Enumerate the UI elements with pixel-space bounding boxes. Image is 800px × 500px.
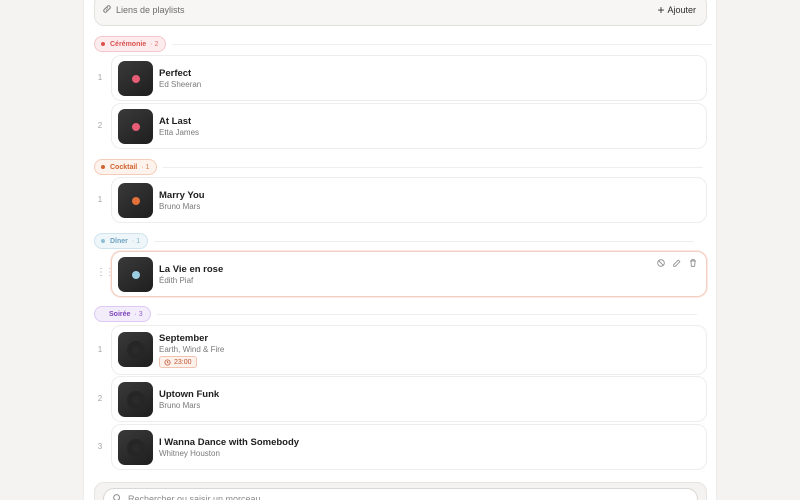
track-card[interactable]: Perfect Ed Sheeran bbox=[111, 55, 707, 101]
section-divider bbox=[156, 313, 697, 315]
section-header-diner: Dîner · 1 bbox=[94, 233, 695, 249]
section-count: · 1 bbox=[131, 237, 141, 245]
vinyl-dot-icon bbox=[131, 74, 140, 83]
track-index: 1 bbox=[97, 73, 103, 82]
link-icon bbox=[102, 1, 112, 19]
track-artist: Earth, Wind & Fire bbox=[159, 345, 225, 354]
track-artwork bbox=[118, 382, 153, 417]
section-header-ceremonie: Cérémonie · 2 bbox=[94, 36, 713, 52]
track-artwork bbox=[118, 61, 153, 96]
track-artwork bbox=[118, 257, 153, 292]
time-chip[interactable]: 23:00 bbox=[159, 356, 197, 368]
track-title: Perfect bbox=[159, 68, 192, 79]
search-bar bbox=[94, 482, 707, 500]
time-value: 23:00 bbox=[174, 358, 192, 366]
track-title: September bbox=[159, 333, 209, 344]
vinyl-dot-icon bbox=[131, 196, 140, 205]
track-index: 2 bbox=[97, 121, 103, 130]
track-row[interactable]: 1 September Earth, Wind & Fire 23:00 bbox=[94, 325, 707, 375]
track-artist: Bruno Mars bbox=[159, 202, 201, 211]
track-artwork bbox=[118, 332, 153, 367]
track-title: La Vie en rose bbox=[159, 264, 224, 275]
section-divider bbox=[172, 43, 713, 45]
track-card[interactable]: Uptown Funk Bruno Mars bbox=[111, 376, 707, 422]
search-input[interactable] bbox=[128, 494, 648, 500]
track-title: At Last bbox=[159, 116, 192, 127]
track-index: 3 bbox=[97, 442, 103, 451]
vinyl-icon bbox=[131, 345, 140, 354]
track-artist: Ed Sheeran bbox=[159, 80, 202, 89]
section-name: Soirée bbox=[109, 310, 131, 318]
vinyl-icon bbox=[131, 395, 140, 404]
section-name: Dîner bbox=[110, 237, 128, 245]
section-badge[interactable]: Cocktail · 1 bbox=[94, 159, 158, 175]
track-index: 1 bbox=[97, 345, 103, 354]
section-header-soiree: Soirée · 3 bbox=[94, 306, 697, 322]
section-dot bbox=[101, 165, 105, 169]
section-divider bbox=[154, 240, 695, 242]
track-title: Uptown Funk bbox=[159, 389, 220, 400]
track-card[interactable]: At Last Etta James bbox=[111, 103, 707, 149]
section-header-cocktail: Cocktail · 1 bbox=[94, 159, 704, 175]
section-badge[interactable]: Soirée · 3 bbox=[94, 306, 151, 322]
playlist-links-bar[interactable]: Liens de playlists + Ajouter bbox=[94, 0, 707, 26]
edit-icon[interactable] bbox=[672, 258, 682, 268]
section-divider bbox=[163, 166, 704, 168]
section-count: · 1 bbox=[141, 163, 150, 171]
track-artwork bbox=[118, 183, 153, 218]
track-card[interactable]: September Earth, Wind & Fire 23:00 bbox=[111, 325, 707, 375]
track-row[interactable]: 2 At Last Etta James bbox=[94, 103, 707, 149]
section-badge[interactable]: Dîner · 1 bbox=[94, 233, 149, 249]
track-index: 2 bbox=[97, 394, 103, 403]
add-link-label: Ajouter bbox=[667, 5, 696, 15]
search-field[interactable] bbox=[103, 488, 698, 500]
track-artwork bbox=[118, 430, 153, 465]
track-artist: Etta James bbox=[159, 128, 200, 137]
add-link-button[interactable]: + Ajouter bbox=[657, 4, 696, 16]
track-row[interactable]: 3 I Wanna Dance with Somebody Whitney Ho… bbox=[94, 424, 707, 470]
playlist-links-label: Liens de playlists bbox=[116, 5, 185, 15]
vinyl-icon bbox=[131, 443, 140, 452]
section-name: Cocktail bbox=[110, 163, 138, 171]
track-artwork bbox=[118, 109, 153, 144]
section-dot bbox=[101, 42, 105, 46]
track-row-dragging[interactable]: ⋮⋮ La Vie en rose Édith Piaf bbox=[94, 251, 707, 297]
track-artist: Édith Piaf bbox=[159, 276, 194, 285]
vinyl-dot-icon bbox=[131, 270, 140, 279]
clock-icon bbox=[164, 358, 171, 366]
section-badge[interactable]: Cérémonie · 2 bbox=[94, 36, 167, 52]
plus-icon: + bbox=[657, 3, 665, 17]
track-artist: Whitney Houston bbox=[159, 449, 220, 458]
track-actions bbox=[656, 258, 698, 268]
track-row[interactable]: 1 Marry You Bruno Mars bbox=[94, 177, 707, 223]
track-index: 1 bbox=[97, 195, 103, 204]
search-icon bbox=[112, 490, 122, 500]
track-row[interactable]: 2 Uptown Funk Bruno Mars bbox=[94, 376, 707, 422]
track-title: Marry You bbox=[159, 190, 205, 201]
section-dot bbox=[101, 239, 105, 243]
vinyl-dot-icon bbox=[131, 122, 140, 131]
trash-icon[interactable] bbox=[688, 258, 698, 268]
playlist-panel: Liens de playlists + Ajouter Cérémonie ·… bbox=[83, 0, 717, 500]
section-count: · 3 bbox=[134, 310, 143, 318]
track-artist: Bruno Mars bbox=[159, 401, 201, 410]
section-name: Cérémonie bbox=[110, 40, 147, 48]
track-title: I Wanna Dance with Somebody bbox=[159, 437, 300, 448]
section-count: · 2 bbox=[150, 40, 159, 48]
track-row[interactable]: 1 Perfect Ed Sheeran bbox=[94, 55, 707, 101]
track-card[interactable]: Marry You Bruno Mars bbox=[111, 177, 707, 223]
unassign-icon[interactable] bbox=[656, 258, 666, 268]
track-card[interactable]: La Vie en rose Édith Piaf bbox=[111, 251, 707, 297]
track-card[interactable]: I Wanna Dance with Somebody Whitney Hous… bbox=[111, 424, 707, 470]
